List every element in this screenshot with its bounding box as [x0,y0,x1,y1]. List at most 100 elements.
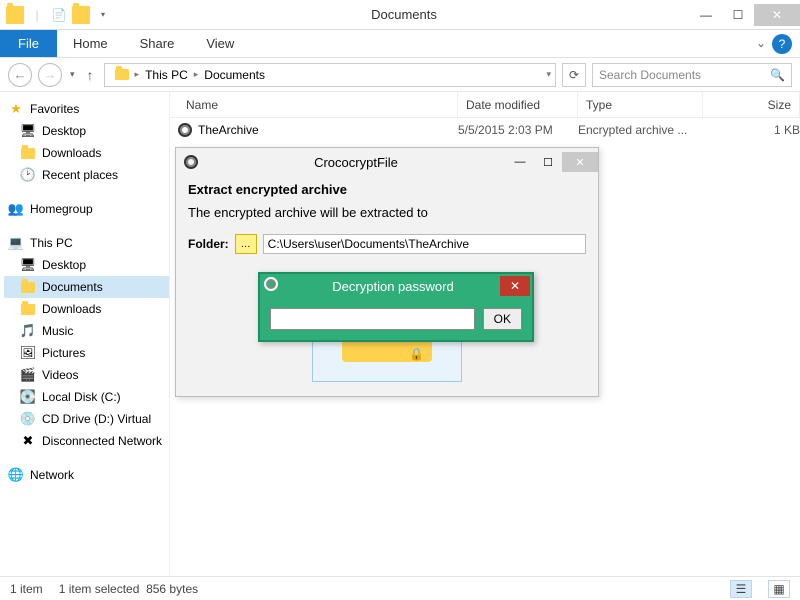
search-icon: 🔍 [770,68,785,82]
crococrypt-minimize-button[interactable]: — [506,152,534,172]
file-list-pane: Name Date modified Type Size TheArchive … [170,92,800,576]
file-tab[interactable]: File [0,30,57,57]
ribbon-collapse-icon[interactable]: ⌄ [756,30,766,57]
sidebar-item-music[interactable]: 🎵Music [4,320,169,342]
status-bytes: 856 bytes [146,582,198,596]
sidebar-homegroup: 👥Homegroup [4,198,169,220]
sidebar-item-desktop2[interactable]: 🖥Desktop [4,254,169,276]
network-drive-icon: ✖ [20,433,36,449]
sidebar-thispc-header[interactable]: 💻This PC [4,232,169,254]
main-split: ★Favorites 🖥Desktop Downloads 🕑Recent pl… [0,92,800,576]
breadcrumb-dropdown-icon[interactable]: ▾ [546,69,551,80]
tab-view[interactable]: View [190,30,250,57]
password-app-icon [264,277,282,295]
col-size[interactable]: Size [703,92,800,117]
app-icon [6,6,24,24]
status-count: 1 item [10,582,43,596]
file-type: Encrypted archive ... [578,123,703,137]
sidebar-item-downloads[interactable]: Downloads [4,142,169,164]
help-icon[interactable]: ? [772,34,792,54]
back-button[interactable]: ← [8,63,32,87]
sidebar-homegroup-header[interactable]: 👥Homegroup [4,198,169,220]
folder-label: Folder: [188,237,229,251]
forward-button[interactable]: → [38,63,62,87]
file-modified: 5/5/2015 2:03 PM [458,123,578,137]
sidebar-item-documents[interactable]: Documents [4,276,169,298]
archive-icon [178,123,192,137]
sidebar-network: 🌐Network [4,464,169,486]
crococrypt-app-icon [182,153,200,171]
tab-home[interactable]: Home [57,30,124,57]
breadcrumb[interactable]: ▸ This PC ▸ Documents ▾ [104,63,556,87]
sidebar-item-desktop[interactable]: 🖥Desktop [4,120,169,142]
search-box[interactable]: Search Documents 🔍 [592,63,792,87]
history-dropdown-icon[interactable]: ▾ [68,69,77,80]
star-icon: ★ [8,101,24,117]
lock-icon: 🔒 [409,347,427,365]
ribbon: File Home Share View ⌄ ? [0,30,800,58]
window-buttons: — ☐ ✕ [690,4,800,26]
close-button[interactable]: ✕ [754,4,800,26]
crococrypt-heading: Extract encrypted archive [188,182,586,197]
status-bar: 1 item 1 item selected 856 bytes ☰ ▦ [0,576,800,600]
password-input[interactable] [270,308,475,330]
quick-access-toolbar: | 📄 ▾ [0,6,118,24]
folder-row: Folder: … [188,234,586,254]
sidebar-favorites: ★Favorites 🖥Desktop Downloads 🕑Recent pl… [4,98,169,186]
minimize-button[interactable]: — [690,4,722,26]
up-button[interactable]: ↑ [83,67,98,83]
breadcrumb-documents[interactable]: Documents [198,68,271,82]
status-selected: 1 item selected [59,582,140,596]
window-titlebar: | 📄 ▾ Documents — ☐ ✕ [0,0,800,30]
qat-separator: | [28,6,46,24]
search-placeholder: Search Documents [599,68,701,82]
sidebar-item-downloads2[interactable]: Downloads [4,298,169,320]
crococrypt-close-button[interactable]: ✕ [562,152,598,172]
breadcrumb-root-icon[interactable] [109,69,135,80]
folder-icon [20,279,36,295]
drive-icon: 💽 [20,389,36,405]
sidebar-item-recent[interactable]: 🕑Recent places [4,164,169,186]
folder-path-input[interactable] [263,234,586,254]
recent-icon: 🕑 [20,167,36,183]
password-titlebar[interactable]: Decryption password ✕ [260,274,532,298]
ok-button[interactable]: OK [483,308,522,330]
sidebar-favorites-header[interactable]: ★Favorites [4,98,169,120]
crococrypt-titlebar[interactable]: CrococryptFile — ☐ ✕ [176,148,598,176]
browse-button[interactable]: … [235,234,257,254]
file-row[interactable]: TheArchive 5/5/2015 2:03 PM Encrypted ar… [170,118,800,142]
password-dialog: Decryption password ✕ OK [258,272,534,342]
col-type[interactable]: Type [578,92,703,117]
sidebar-item-localdisk[interactable]: 💽Local Disk (C:) [4,386,169,408]
network-icon: 🌐 [8,467,24,483]
file-rows: TheArchive 5/5/2015 2:03 PM Encrypted ar… [170,118,800,142]
crococrypt-dialog: CrococryptFile — ☐ ✕ Extract encrypted a… [175,147,599,397]
sidebar-item-cddrive[interactable]: 💿CD Drive (D:) Virtual [4,408,169,430]
disc-icon: 💿 [20,411,36,427]
homegroup-icon: 👥 [8,201,24,217]
file-name: TheArchive [198,123,259,137]
col-modified[interactable]: Date modified [458,92,578,117]
icons-view-button[interactable]: ▦ [768,580,790,598]
col-name[interactable]: Name [178,92,458,117]
crococrypt-desc: The encrypted archive will be extracted … [188,205,586,220]
qat-open-icon[interactable] [72,6,90,24]
maximize-button[interactable]: ☐ [722,4,754,26]
qat-new-icon[interactable]: 📄 [50,6,68,24]
crococrypt-maximize-button[interactable]: ☐ [534,152,562,172]
pictures-icon: 🖼 [20,345,36,361]
sidebar-item-videos[interactable]: 🎬Videos [4,364,169,386]
sidebar-item-disconnected[interactable]: ✖Disconnected Network [4,430,169,452]
password-close-button[interactable]: ✕ [500,276,530,296]
computer-icon: 💻 [8,235,24,251]
qat-dropdown-icon[interactable]: ▾ [94,6,112,24]
tab-share[interactable]: Share [124,30,191,57]
sidebar-network-header[interactable]: 🌐Network [4,464,169,486]
music-icon: 🎵 [20,323,36,339]
details-view-button[interactable]: ☰ [730,580,752,598]
folder-icon [20,145,36,161]
refresh-button[interactable]: ⟳ [562,63,586,87]
breadcrumb-thispc[interactable]: This PC [139,68,194,82]
videos-icon: 🎬 [20,367,36,383]
sidebar-item-pictures[interactable]: 🖼Pictures [4,342,169,364]
